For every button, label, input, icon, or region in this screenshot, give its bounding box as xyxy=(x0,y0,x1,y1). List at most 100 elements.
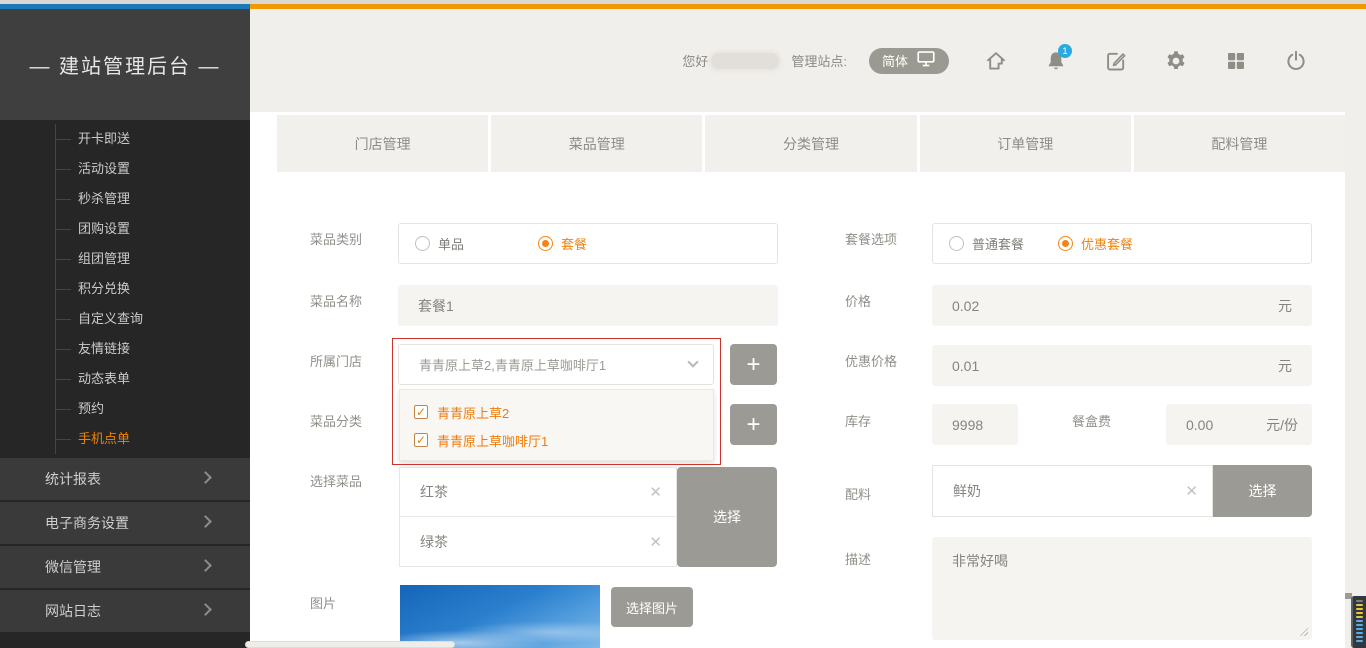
sidebar-menu: 开卡即送 活动设置 秒杀管理 团购设置 组团管理 积分兑换 自定义查询 友情链接… xyxy=(0,120,250,456)
radio-combo[interactable] xyxy=(538,236,553,251)
tab-category-management[interactable]: 分类管理 xyxy=(705,115,919,172)
selected-dish-row: 红茶 ✕ xyxy=(399,467,677,517)
radio-normal-combo-label[interactable]: 普通套餐 xyxy=(972,234,1024,253)
notifications-button[interactable]: 1 xyxy=(1044,49,1068,73)
tab-dish-management[interactable]: 菜品管理 xyxy=(491,115,705,172)
image-label: 图片 xyxy=(310,593,336,612)
logout-power-button[interactable] xyxy=(1284,49,1308,73)
chevron-right-icon xyxy=(199,471,212,484)
radio-single-item[interactable] xyxy=(415,236,430,251)
price-value: 0.02 xyxy=(952,298,979,314)
radio-discount-combo-label[interactable]: 优惠套餐 xyxy=(1081,234,1133,253)
description-label: 描述 xyxy=(845,549,871,568)
sidebar-item-open-card-gift[interactable]: 开卡即送 xyxy=(78,124,250,154)
ingredients-field[interactable]: 鲜奶 ✕ xyxy=(932,465,1213,517)
manage-site-label: 管理站点: xyxy=(791,51,847,70)
sidebar-section-site-logs[interactable]: 网站日志 xyxy=(0,588,250,632)
sidebar-item-activity-settings[interactable]: 活动设置 xyxy=(78,154,250,184)
dish-image-thumbnail xyxy=(400,585,600,648)
sidebar-item-mobile-ordering[interactable]: 手机点单 xyxy=(78,424,250,454)
dish-category-label: 菜品分类 xyxy=(310,411,362,430)
tab-order-management[interactable]: 订单管理 xyxy=(920,115,1134,172)
box-fee-label: 餐盒费 xyxy=(1072,411,1111,430)
selected-dish-value: 红茶 xyxy=(420,482,448,502)
page: — 建站管理后台 — 开卡即送 活动设置 秒杀管理 团购设置 组团管理 积分兑换… xyxy=(0,0,1366,648)
sidebar-section-label: 统计报表 xyxy=(45,469,101,489)
box-fee-field[interactable]: 0.00 元/份 xyxy=(1166,404,1312,445)
sidebar-section-wechat[interactable]: 微信管理 xyxy=(0,544,250,588)
stock-label: 库存 xyxy=(845,411,871,430)
remove-ingredient-icon[interactable]: ✕ xyxy=(1185,482,1198,500)
dish-name-label: 菜品名称 xyxy=(310,291,362,310)
greeting-text: 您好 xyxy=(682,51,708,70)
ingredients-label: 配料 xyxy=(845,484,871,503)
sidebar-sections: 统计报表 电子商务设置 微信管理 网站日志 xyxy=(0,456,250,632)
radio-single-item-label[interactable]: 单品 xyxy=(438,234,464,253)
store-option-2[interactable]: ✓ 青青原上草咖啡厅1 xyxy=(414,426,713,454)
sidebar-item-friend-links[interactable]: 友情链接 xyxy=(78,334,250,364)
ingredients-value: 鲜奶 xyxy=(933,466,1212,516)
sidebar-section-ecommerce[interactable]: 电子商务设置 xyxy=(0,500,250,544)
settings-gear-button[interactable] xyxy=(1164,49,1188,73)
username-redacted xyxy=(711,53,779,69)
store-option-label: 青青原上草咖啡厅1 xyxy=(437,431,548,450)
chevron-right-icon xyxy=(199,559,212,572)
sidebar-item-groupbuy-settings[interactable]: 团购设置 xyxy=(78,214,250,244)
store-option-label: 青青原上草2 xyxy=(437,403,509,422)
sidebar-item-reservation[interactable]: 预约 xyxy=(78,394,250,424)
radio-discount-combo[interactable] xyxy=(1058,236,1073,251)
store-select-value: 青青原上草2,青青原上草咖啡厅1 xyxy=(399,345,713,384)
add-store-button[interactable]: + xyxy=(730,344,777,385)
sidebar-item-group-management[interactable]: 组团管理 xyxy=(78,244,250,274)
notification-badge: 1 xyxy=(1058,44,1072,58)
edit-button[interactable] xyxy=(1104,49,1128,73)
select-image-button[interactable]: 选择图片 xyxy=(611,587,693,627)
add-dish-category-button[interactable]: + xyxy=(730,404,777,445)
checkbox-checked-icon[interactable]: ✓ xyxy=(414,433,428,447)
horizontal-scrollbar-thumb[interactable] xyxy=(245,641,455,648)
dish-name-input[interactable] xyxy=(398,285,778,326)
corner-widget xyxy=(1351,596,1366,648)
box-fee-value: 0.00 xyxy=(1186,417,1213,433)
store-dropdown-panel: ✓ 青青原上草2 ✓ 青青原上草咖啡厅1 xyxy=(399,389,714,461)
description-textarea[interactable]: 非常好喝 xyxy=(932,537,1312,640)
select-dishes-button[interactable]: 选择 xyxy=(677,467,777,567)
discount-price-value: 0.01 xyxy=(952,358,979,374)
store-option-1[interactable]: ✓ 青青原上草2 xyxy=(414,398,713,426)
language-label: 简体 xyxy=(882,51,908,70)
select-dishes-label: 选择菜品 xyxy=(310,471,362,490)
price-unit: 元 xyxy=(1278,285,1292,326)
combo-option-radio-group: 普通套餐 优惠套餐 xyxy=(932,223,1312,264)
selected-dish-row: 绿茶 ✕ xyxy=(399,516,677,567)
sidebar-section-statistics[interactable]: 统计报表 xyxy=(0,456,250,500)
right-gutter xyxy=(1345,112,1366,648)
sidebar-section-label: 微信管理 xyxy=(45,557,101,577)
sidebar: — 建站管理后台 — 开卡即送 活动设置 秒杀管理 团购设置 组团管理 积分兑换… xyxy=(0,9,250,648)
sidebar-item-custom-query[interactable]: 自定义查询 xyxy=(78,304,250,334)
language-switch-button[interactable]: 简体 xyxy=(869,48,949,74)
remove-dish-icon[interactable]: ✕ xyxy=(649,483,662,501)
dish-type-radio-group: 单品 套餐 xyxy=(398,223,778,264)
remove-dish-icon[interactable]: ✕ xyxy=(649,533,662,551)
checkbox-checked-icon[interactable]: ✓ xyxy=(414,405,428,419)
price-field[interactable]: 0.02 元 xyxy=(932,285,1312,326)
sidebar-header: — 建站管理后台 — xyxy=(0,9,250,120)
main-header: 您好 管理站点: 简体 1 xyxy=(250,9,1366,112)
store-label: 所属门店 xyxy=(310,351,362,370)
stock-input[interactable] xyxy=(932,404,1018,445)
discount-price-field[interactable]: 0.01 元 xyxy=(932,345,1312,386)
apps-grid-button[interactable] xyxy=(1224,49,1248,73)
sidebar-item-seckill-management[interactable]: 秒杀管理 xyxy=(78,184,250,214)
store-select[interactable]: 青青原上草2,青青原上草咖啡厅1 xyxy=(398,344,714,385)
app-title: — 建站管理后台 — xyxy=(29,50,220,79)
radio-normal-combo[interactable] xyxy=(949,236,964,251)
selected-dish-value: 绿茶 xyxy=(420,532,448,552)
tab-store-management[interactable]: 门店管理 xyxy=(277,115,491,172)
sidebar-item-points-exchange[interactable]: 积分兑换 xyxy=(78,274,250,304)
home-button[interactable] xyxy=(984,49,1008,73)
select-ingredients-button[interactable]: 选择 xyxy=(1213,465,1312,517)
radio-combo-label[interactable]: 套餐 xyxy=(561,234,587,253)
sidebar-section-label: 网站日志 xyxy=(45,601,101,621)
tab-ingredient-management[interactable]: 配料管理 xyxy=(1134,115,1345,172)
sidebar-item-dynamic-forms[interactable]: 动态表单 xyxy=(78,364,250,394)
